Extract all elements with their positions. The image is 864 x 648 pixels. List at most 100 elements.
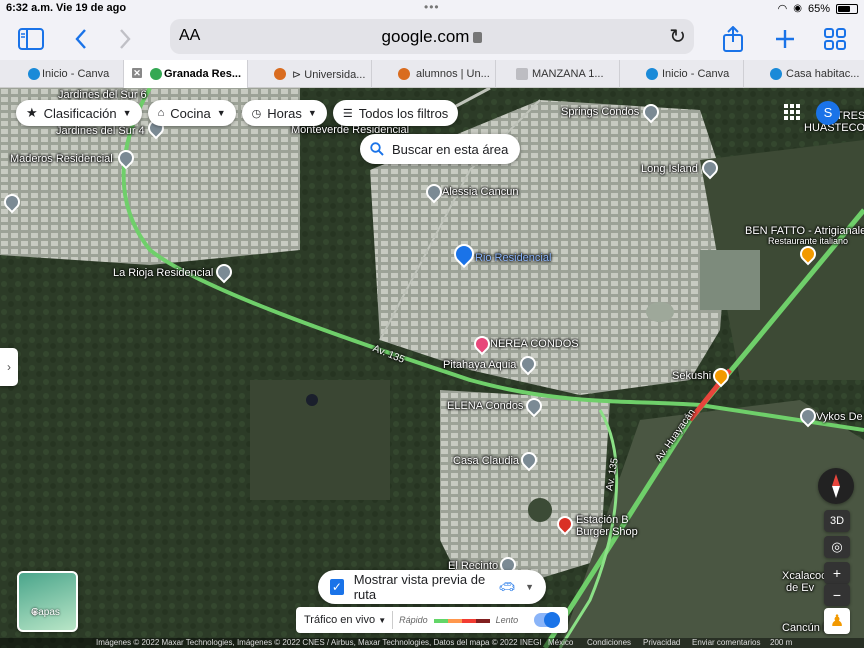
tab-casa[interactable]: Casa habitac... <box>744 60 864 88</box>
place-label[interactable]: Estación B <box>576 514 629 526</box>
tab-label: MANZANA 1... <box>532 68 604 80</box>
tab-label: ⊳ Universida... <box>292 68 366 81</box>
map-imagery[interactable] <box>0 88 864 648</box>
chip-label: Cocina <box>170 105 211 121</box>
place-label[interactable]: HUASTECOS <box>804 122 864 134</box>
dropdown-icon[interactable]: ▼ <box>525 582 534 592</box>
place-sublabel: Restaurante italiano <box>768 236 849 246</box>
pegman-button[interactable]: ♟ <box>824 608 850 634</box>
clock-icon: ◷ <box>251 107 262 120</box>
place-label[interactable]: Jardines del Sur 4 <box>56 125 145 137</box>
multitask-dots-icon[interactable]: ••• <box>424 0 440 14</box>
map-footer: Imágenes © 2022 Maxar Technologies, Imág… <box>0 638 864 648</box>
traffic-slow-label: Lento <box>495 615 519 625</box>
wifi-icon: ◠ <box>777 3 788 15</box>
apps-grid-icon[interactable] <box>784 104 800 120</box>
traffic-legend: Tráfico en vivo ▼ Rápido Lento <box>296 607 568 633</box>
share-icon[interactable] <box>720 26 746 52</box>
avatar[interactable]: S <box>816 101 840 125</box>
zoom-in-button[interactable]: + <box>824 562 850 584</box>
close-tab-icon[interactable]: ✕ <box>132 68 142 78</box>
tab-universidad[interactable]: ⊳ Universida... <box>248 60 372 88</box>
tab-manzana[interactable]: MANZANA 1... <box>496 60 620 88</box>
filter-chips: ★ Clasificación ▼ ⌂ Cocina ▼ ◷ Horas ▼ ☰ Todos … <box>16 100 459 126</box>
checkbox-checked-icon[interactable]: ✓ <box>330 579 344 595</box>
canva-icon <box>770 68 782 80</box>
place-label[interactable]: Vykos De <box>816 411 863 423</box>
address-bar[interactable]: AA google.com ↻ <box>170 19 694 54</box>
chip-label: Clasificación <box>43 105 117 121</box>
tab-granada[interactable]: ✕ Granada Res... <box>124 60 248 88</box>
place-label[interactable]: Alessia Cancun <box>442 186 518 198</box>
route-preview-toggle[interactable]: ✓ Mostrar vista previa de ruta 🚗︎ ▼ <box>318 570 546 604</box>
3d-toggle-button[interactable]: 3D <box>824 510 850 532</box>
place-label[interactable]: Maderos Residencial <box>10 153 113 165</box>
compass-button[interactable] <box>818 468 854 504</box>
dropdown-icon: ▼ <box>122 108 132 118</box>
new-tab-icon[interactable] <box>772 26 798 52</box>
layers-text: Capas <box>31 607 60 618</box>
all-filters-button[interactable]: ☰ Todos los filtros <box>332 100 459 126</box>
traffic-dropdown[interactable]: Tráfico en vivo ▼ <box>304 614 386 626</box>
pegman-icon: ♟ <box>829 613 845 630</box>
tab-overview-icon[interactable] <box>822 26 848 52</box>
place-label-selected[interactable]: Rio Residencial <box>475 252 551 264</box>
forward-icon[interactable] <box>112 26 138 52</box>
star-icon: ★ <box>26 105 38 120</box>
traffic-toggle[interactable] <box>534 612 560 628</box>
place-label[interactable]: Pitahaya Aquia <box>443 359 516 371</box>
layers-button[interactable]: ◈ Capas <box>17 571 78 632</box>
satellite-map[interactable]: Jardines del Sur 6 Jardines del Sur 4 Mo… <box>0 88 864 648</box>
lock-icon <box>473 32 483 43</box>
place-label[interactable]: NEREA CONDOS <box>490 338 579 350</box>
location-target-icon: ◎ <box>831 539 843 554</box>
place-label[interactable]: Springs Condos <box>561 106 639 118</box>
place-label[interactable]: Casa Claudia <box>453 455 519 467</box>
feedback-link[interactable]: Enviar comentarios <box>692 638 760 647</box>
tab-alumnos[interactable]: alumnos | Un... <box>372 60 496 88</box>
place-label[interactable]: Sekushi <box>672 370 711 382</box>
traffic-scale <box>433 614 490 626</box>
zoom-out-button[interactable]: − <box>824 584 850 606</box>
terms-link[interactable]: Condiciones <box>587 638 631 647</box>
tab-label: alumnos | Un... <box>416 68 490 80</box>
reload-icon[interactable]: ↻ <box>669 24 686 49</box>
alarm-icon: ◉ <box>793 3 802 14</box>
cuisine-filter-button[interactable]: ⌂ Cocina ▼ <box>147 100 236 126</box>
url-display[interactable]: google.com <box>170 27 694 47</box>
canva-icon <box>646 68 658 80</box>
sidebar-icon[interactable] <box>18 26 44 52</box>
place-label[interactable]: ELENA Condos <box>447 400 523 412</box>
privacy-link[interactable]: Privacidad <box>643 638 680 647</box>
place-label[interactable]: TRES <box>836 110 864 122</box>
chip-label: Todos los filtros <box>358 105 449 121</box>
place-label[interactable]: Long Island <box>641 163 698 175</box>
document-icon <box>516 68 528 80</box>
search-this-area-button[interactable]: Buscar en esta área <box>360 134 521 164</box>
traffic-fast-label: Rápido <box>399 615 428 625</box>
canva-icon <box>28 68 40 80</box>
imagery-credits: Imágenes © 2022 Maxar Technologies, Imág… <box>96 638 542 647</box>
dropdown-icon: ▼ <box>307 108 317 118</box>
expand-side-panel-button[interactable]: › <box>0 348 18 386</box>
date: Vie 19 de ago <box>56 2 127 14</box>
place-label[interactable]: de Ev <box>786 582 814 594</box>
hours-filter-button[interactable]: ◷ Horas ▼ <box>241 100 327 126</box>
search-icon <box>370 142 384 156</box>
country-link[interactable]: México <box>548 638 573 647</box>
scale-label[interactable]: 200 m <box>770 638 792 647</box>
place-label[interactable]: Burger Shop <box>576 526 638 538</box>
car-icon: 🚗︎ <box>498 579 516 594</box>
tab-canva-1[interactable]: Inicio - Canva <box>0 60 124 88</box>
tab-bar: Inicio - Canva ✕ Granada Res... ⊳ Univers… <box>0 60 864 88</box>
restaurant-icon: ⌂ <box>157 107 165 119</box>
place-label[interactable]: Cancún L <box>782 622 829 634</box>
status-bar: 6:32 a.m. Vie 19 de ago ••• ◠ ◉ 65% <box>0 0 864 18</box>
rating-filter-button[interactable]: ★ Clasificación ▼ <box>16 100 142 126</box>
back-icon[interactable] <box>68 26 94 52</box>
my-location-button[interactable]: ◎ <box>824 536 850 558</box>
tab-label: Inicio - Canva <box>42 68 110 80</box>
place-label[interactable]: La Rioja Residencial <box>113 267 213 279</box>
route-preview-label: Mostrar vista previa de ruta <box>353 572 486 602</box>
tab-canva-2[interactable]: Inicio - Canva <box>620 60 744 88</box>
